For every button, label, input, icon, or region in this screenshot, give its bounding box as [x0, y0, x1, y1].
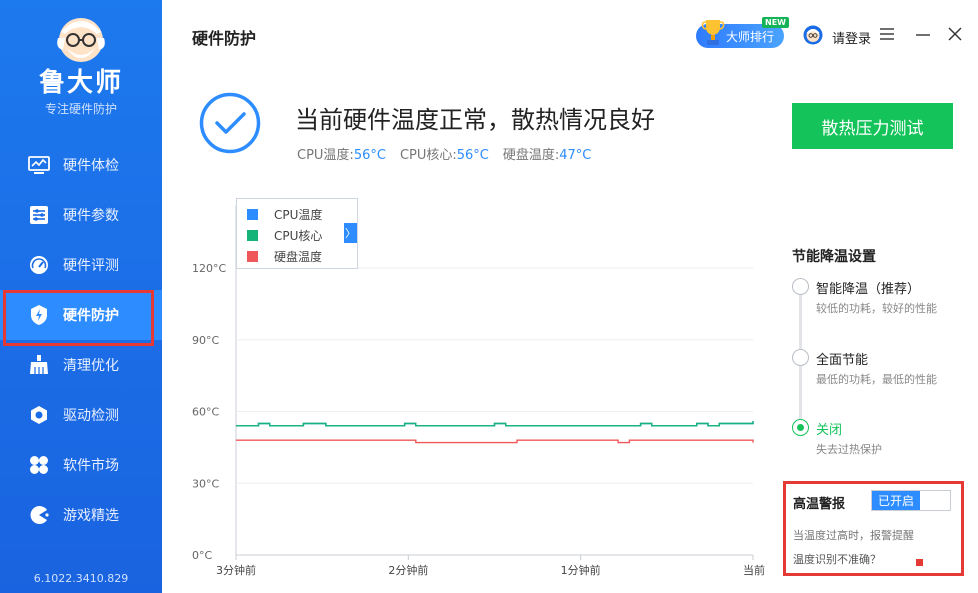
option-label: 全面节能 — [816, 353, 869, 368]
sidebar-item-label: 硬件参数 — [63, 208, 119, 224]
sidebar-item-label: 硬件防护 — [63, 308, 119, 324]
stress-test-button[interactable]: 散热压力测试 — [792, 103, 953, 149]
radio-smart-cooling[interactable] — [792, 278, 809, 295]
legend-item: CPU温度 — [247, 206, 322, 222]
legend-label: 硬盘温度 — [274, 249, 323, 264]
cpu-core-value: 56°C — [456, 148, 489, 163]
sidebar-item-label: 驱动检测 — [63, 408, 119, 424]
page-title: 硬件防护 — [192, 29, 257, 48]
sidebar-item-hardware-eval[interactable]: 硬件评测 — [0, 240, 162, 290]
monitor-icon — [28, 154, 50, 176]
sidebar-item-hardware-params[interactable]: 硬件参数 — [0, 190, 162, 240]
alarm-desc: 当温度过高时，报警提醒 — [793, 529, 914, 542]
legend-item: 硬盘温度 — [247, 248, 322, 264]
sidebar-item-driver[interactable]: 驱动检测 — [0, 390, 162, 440]
login-link[interactable]: 请登录 — [832, 28, 871, 47]
shield-bolt-icon — [28, 304, 50, 326]
menu-icon[interactable] — [879, 26, 895, 42]
app-window: 鲁大师 专注硬件防护 硬件体检 硬件参数 硬件评测 硬件防护 清理优化 驱动检测… — [0, 0, 978, 593]
disk-temp-label: 硬盘温度: — [502, 148, 560, 163]
alarm-toggle-on-label: 已开启 — [872, 491, 920, 510]
sidebar: 鲁大师 专注硬件防护 硬件体检 硬件参数 硬件评测 硬件防护 清理优化 驱动检测… — [0, 0, 162, 593]
status-title: 当前硬件温度正常，散热情况良好 — [295, 106, 655, 134]
apps-icon — [28, 454, 50, 476]
x-tick-label: 2分钟前 — [388, 563, 428, 577]
sidebar-item-games[interactable]: 游戏精选 — [0, 490, 162, 540]
temp-feedback-link[interactable]: 温度识别不准确？ — [793, 551, 881, 567]
pacman-icon — [28, 504, 50, 526]
sidebar-item-cleanup[interactable]: 清理优化 — [0, 340, 162, 390]
sidebar-item-label: 软件市场 — [63, 458, 119, 474]
disk-temp-value: 47°C — [559, 148, 592, 163]
legend-item: CPU核心 — [247, 227, 322, 243]
sidebar-item-hardware-check[interactable]: 硬件体检 — [0, 140, 162, 190]
sidebar-nav: 硬件体检 硬件参数 硬件评测 硬件防护 清理优化 驱动检测 软件市场 游戏精选 — [0, 140, 162, 540]
check-circle-icon — [199, 92, 261, 154]
notification-dot — [916, 559, 923, 566]
x-tick-label: 当前 — [743, 563, 765, 577]
option-desc: 失去过热保护 — [816, 443, 882, 456]
sidebar-item-label: 游戏精选 — [63, 508, 119, 524]
brand-subtitle: 专注硬件防护 — [44, 102, 117, 116]
legend-label: CPU温度 — [274, 207, 323, 222]
option-label: 关闭 — [816, 423, 843, 438]
option-desc: 最低的功耗，最低的性能 — [816, 373, 937, 386]
trophy-icon — [701, 20, 725, 45]
gauge-icon — [28, 254, 50, 276]
legend-label: CPU核心 — [274, 228, 323, 243]
radio-full-saving[interactable] — [792, 349, 809, 366]
broom-icon — [28, 354, 50, 376]
series-line-2 — [236, 439, 754, 444]
radio-off[interactable] — [792, 419, 809, 436]
y-tick-label: 0°C — [192, 549, 212, 562]
legend-swatch — [247, 229, 258, 241]
version-text: 6.1022.3410.829 — [33, 572, 129, 585]
alarm-title: 高温警报 — [793, 497, 846, 512]
sidebar-item-label: 硬件体检 — [63, 158, 119, 174]
y-tick-label: 30°C — [192, 477, 219, 490]
cpu-core-label: CPU核心: — [399, 148, 457, 163]
minimize-icon[interactable] — [915, 26, 931, 42]
alarm-toggle[interactable]: 已开启 — [871, 490, 951, 511]
y-tick-label: 90°C — [192, 334, 219, 347]
avatar-icon[interactable] — [803, 25, 823, 45]
temperature-summary: CPU温度:56°C CPU核心:56°C 硬盘温度:47°C — [297, 144, 591, 163]
sidebar-item-label: 清理优化 — [63, 358, 119, 374]
legend-swatch — [247, 208, 258, 220]
option-label: 智能降温（推荐） — [816, 282, 921, 297]
chart-legend: CPU温度 CPU核心 硬盘温度 — [236, 198, 358, 269]
sliders-icon — [28, 204, 50, 226]
sidebar-item-software-market[interactable]: 软件市场 — [0, 440, 162, 490]
high-temp-alarm-panel: 高温警报 已开启 当温度过高时，报警提醒 温度识别不准确？ — [783, 481, 964, 576]
y-tick-label: 120°C — [192, 262, 226, 275]
rank-button-label: 大师排行 — [726, 29, 775, 44]
x-tick-label: 1分钟前 — [561, 563, 601, 577]
close-icon[interactable] — [947, 26, 963, 42]
logo-icon — [57, 18, 105, 62]
cpu-temp-value: 56°C — [353, 148, 386, 163]
brand-name: 鲁大师 — [38, 68, 123, 98]
x-tick-label: 3分钟前 — [216, 563, 256, 577]
new-badge: NEW — [762, 17, 789, 28]
cpu-temp-label: CPU温度: — [297, 148, 354, 163]
option-desc: 较低的功耗，较好的性能 — [816, 302, 937, 315]
settings-title: 节能降温设置 — [792, 249, 876, 265]
series-line-1 — [236, 421, 754, 427]
legend-toggle-button[interactable]: 〉 — [344, 223, 357, 243]
y-tick-label: 60°C — [192, 406, 219, 419]
legend-swatch — [247, 250, 258, 262]
gear-hex-icon — [28, 404, 50, 426]
sidebar-item-label: 硬件评测 — [63, 258, 119, 274]
sidebar-item-hardware-protect[interactable]: 硬件防护 — [0, 290, 162, 346]
